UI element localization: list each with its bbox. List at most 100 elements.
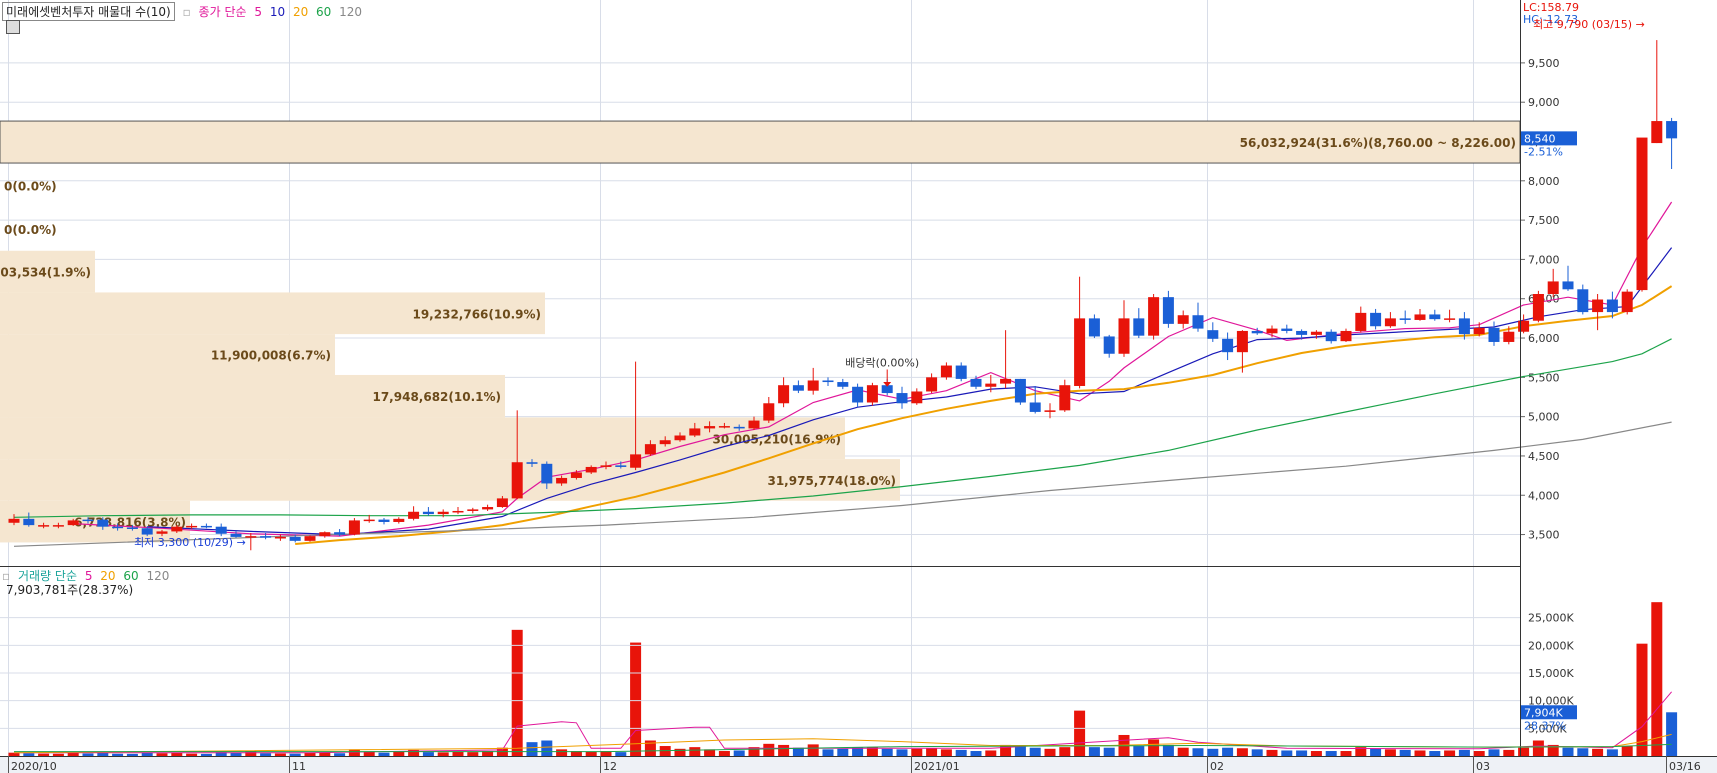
candle-body <box>1488 327 1500 342</box>
candle-body <box>141 528 153 535</box>
volume-bar <box>200 753 212 756</box>
candle-body <box>289 536 301 541</box>
candle-body <box>748 420 760 429</box>
volume-bar <box>1651 602 1663 756</box>
candle-body <box>1296 330 1308 335</box>
ma60-label: 60 <box>316 5 332 19</box>
candle-body <box>896 393 908 404</box>
candle-body <box>215 526 227 534</box>
x-tick-label: 12 <box>603 760 617 773</box>
candle-body <box>1518 320 1530 332</box>
candle-body <box>156 531 168 534</box>
candle-body <box>1251 330 1263 334</box>
volume-bar <box>1029 747 1041 756</box>
x-tick-label: 02 <box>1210 760 1224 773</box>
candle-body <box>1325 331 1337 342</box>
volume-bar <box>289 753 301 756</box>
price-tick-label: 4,500 <box>1528 450 1560 463</box>
candle-body <box>38 525 50 527</box>
candle-body <box>1103 336 1115 354</box>
candle-body <box>1473 327 1485 335</box>
volume-bar <box>1059 747 1071 756</box>
volume-bar <box>1148 739 1160 756</box>
candle-body <box>807 380 819 391</box>
volume-bar <box>615 752 627 756</box>
candle-body <box>1444 318 1456 320</box>
volume-bar <box>1532 740 1544 756</box>
candle-body <box>1651 121 1663 144</box>
volume-bar <box>156 753 168 756</box>
volume-profile-label: 56,032,924(31.6%)(8,760.00 ~ 8,226.00) <box>1240 136 1516 150</box>
x-tick-label: 11 <box>292 760 306 773</box>
volume-bar <box>1473 751 1485 756</box>
candle-body <box>1355 312 1367 331</box>
candle-body <box>718 426 730 428</box>
volume-info: 7,903,781주(28.37%) <box>6 583 134 597</box>
candle-body <box>112 526 124 529</box>
volume-profile-label: 0(0.0%) <box>4 179 57 193</box>
volume-bar <box>422 752 434 756</box>
volume-bar <box>1562 747 1574 756</box>
candle-body <box>1133 318 1145 336</box>
volume-bar <box>1325 751 1337 756</box>
volume-bar <box>171 752 183 756</box>
candle-body <box>1399 318 1411 320</box>
x-tick-label: 03/16 <box>1669 760 1701 773</box>
candle-body <box>1162 297 1174 324</box>
volume-bar <box>1518 747 1530 756</box>
volume-bar <box>467 752 479 756</box>
grid-toggle-icon[interactable] <box>6 20 20 34</box>
candle-body <box>1340 330 1352 342</box>
volume-bar <box>955 749 967 756</box>
candle-body <box>348 520 360 535</box>
candle-body <box>792 385 804 391</box>
candle-body <box>970 378 982 387</box>
candle-body <box>704 426 716 429</box>
volume-bar <box>985 750 997 756</box>
stock-title[interactable]: 미래에셋벤처투자 매물대 수(10) <box>2 2 175 21</box>
candle-body <box>1458 318 1470 335</box>
volume-profile-label: 3,403,534(1.9%) <box>0 266 91 280</box>
volume-bar <box>718 751 730 756</box>
volume-bar <box>1192 748 1204 756</box>
candle-body <box>82 519 94 522</box>
volume-bar <box>1207 748 1219 756</box>
candle-body <box>334 532 346 535</box>
low-annotation: 최저 3,300 (10/29) → <box>134 536 246 549</box>
candle-body <box>378 519 390 522</box>
volume-bar <box>437 752 449 756</box>
candle-body <box>1414 314 1426 320</box>
candle-body <box>1606 299 1618 313</box>
volume-bar <box>556 749 568 756</box>
volume-bar <box>1177 747 1189 756</box>
candle-body <box>319 532 331 537</box>
candle-body <box>541 463 553 484</box>
candle-body <box>67 520 79 526</box>
candle-body <box>1236 330 1248 353</box>
ex-dividend-annotation: 배당락(0.00%) <box>845 356 919 369</box>
volume-bar <box>260 753 272 756</box>
candle-body <box>1666 121 1678 139</box>
candle-body <box>1044 410 1056 412</box>
change-pct-label: -2.51% <box>1524 145 1563 158</box>
volume-bar <box>1414 750 1426 756</box>
chart-canvas[interactable]: 3,5004,0004,5005,0005,5006,0006,5007,000… <box>0 0 1717 773</box>
candle-body <box>1562 281 1574 290</box>
candle-body <box>1384 318 1396 327</box>
candle-body <box>926 377 938 392</box>
candle-body <box>1532 294 1544 321</box>
candle-body <box>1281 328 1293 331</box>
volume-profile-label: 11,900,008(6.7%) <box>211 349 331 363</box>
volume-tick-label: 20,000K <box>1528 639 1574 652</box>
volume-bar <box>881 748 893 756</box>
candle-body <box>852 386 864 403</box>
volume-bar <box>1384 749 1396 756</box>
candle-body <box>1059 385 1071 411</box>
candle-body <box>585 466 597 473</box>
volume-bar <box>1133 746 1145 756</box>
volume-bar <box>1444 750 1456 756</box>
price-tick-label: 5,000 <box>1528 411 1560 424</box>
ma20-label: 20 <box>292 5 309 19</box>
volume-profile-label: 0(0.0%) <box>4 223 57 237</box>
volume-bar <box>348 749 360 756</box>
